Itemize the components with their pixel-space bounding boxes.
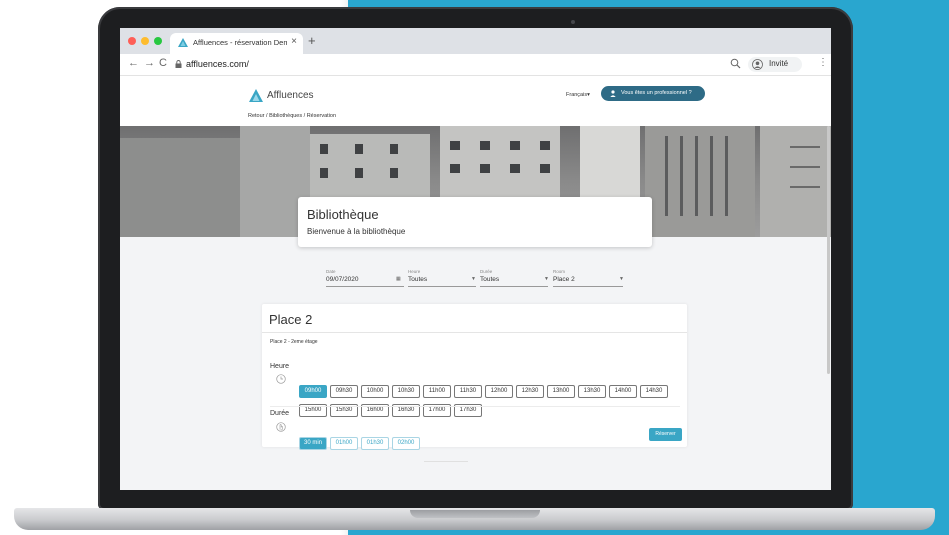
place-subtitle: Place 2 - 2eme étage (270, 339, 318, 345)
logo-text[interactable]: Affluences (267, 90, 314, 101)
date-filter-value: 09/07/2020 (326, 276, 359, 283)
duration-filter-label: Durée (480, 269, 493, 274)
reload-icon[interactable]: C (159, 57, 167, 69)
duration-slot-button[interactable]: 01h00 (330, 437, 358, 450)
reserve-button[interactable]: Réserver (649, 428, 682, 441)
library-title: Bibliothèque (307, 207, 379, 222)
duration-filter-value: Toutes (480, 276, 500, 283)
hour-slot-button[interactable]: 13h30 (578, 385, 606, 398)
chevron-down-icon: ▼ (544, 276, 549, 282)
duration-slot-button[interactable]: 01h30 (361, 437, 389, 450)
chevron-down-icon: ▼ (619, 276, 624, 282)
lock-icon (175, 60, 182, 68)
user-avatar-icon (752, 59, 763, 70)
hour-slot-button[interactable]: 10h00 (361, 385, 389, 398)
hour-slot-button[interactable]: 10h30 (392, 385, 420, 398)
affluences-favicon-icon (178, 38, 188, 47)
affluences-logo-icon[interactable] (248, 88, 264, 104)
site-header: Affluences Retour / Bibliothèques / Rése… (120, 76, 831, 126)
hour-slot-button[interactable]: 13h00 (547, 385, 575, 398)
calendar-icon: ▦ (396, 276, 401, 282)
hour-filter-label: Heure (408, 269, 421, 274)
hand-pointer-icon (276, 422, 286, 432)
back-arrow-icon[interactable]: ← (128, 57, 139, 69)
language-selector[interactable]: Français▾ (566, 92, 590, 98)
new-tab-button[interactable]: + (308, 33, 316, 48)
user-icon (610, 90, 616, 97)
hour-slot-button[interactable]: 11h30 (454, 385, 482, 398)
duration-slot-button[interactable]: 02h00 (392, 437, 420, 450)
professional-button-label: Vous êtes un professionnel ? (621, 90, 692, 96)
close-window-icon[interactable] (128, 37, 136, 45)
profile-label: Invité (769, 59, 789, 68)
room-filter-label: Room (553, 269, 566, 274)
hour-label: Heure (270, 363, 290, 370)
page: Affluences - réservation Demo × + ← → C … (0, 0, 949, 535)
professional-button[interactable]: Vous êtes un professionnel ? (601, 86, 705, 101)
hour-slot-button[interactable]: 14h00 (609, 385, 637, 398)
tab-title: Affluences - réservation Demo (193, 38, 287, 47)
hour-slot-button[interactable]: 11h00 (423, 385, 451, 398)
camera-icon (571, 20, 575, 24)
hour-slot-button[interactable]: 12h00 (485, 385, 513, 398)
minimize-window-icon[interactable] (141, 37, 149, 45)
browser-menu-icon[interactable]: ⋮ (818, 57, 828, 68)
hour-filter-value: Toutes (408, 276, 428, 283)
clock-icon (276, 374, 286, 384)
laptop-notch (410, 510, 540, 518)
profile-button[interactable]: Invité (748, 57, 802, 72)
date-filter-label: Date (326, 269, 336, 274)
room-filter-value: Place 2 (553, 276, 575, 283)
close-tab-icon[interactable]: × (291, 36, 297, 47)
forward-arrow-icon[interactable]: → (144, 57, 155, 69)
scrollbar[interactable] (827, 126, 830, 374)
browser-tab-bar: Affluences - réservation Demo × + (120, 28, 831, 54)
library-subtitle: Bienvenue à la bibliothèque (307, 227, 406, 236)
address-bar: ← → C affluences.com/ Invité ⋮ (120, 54, 831, 76)
place-title: Place 2 (269, 312, 313, 327)
chevron-down-icon: ▼ (471, 276, 476, 282)
zoom-icon[interactable] (730, 58, 741, 69)
maximize-window-icon[interactable] (154, 37, 162, 45)
laptop-screen: Affluences - réservation Demo × + ← → C … (120, 28, 831, 490)
booking-panel: Place 2 Place 2 - 2eme étage Heure 09h00… (262, 304, 687, 450)
hour-slot-button[interactable]: 09h30 (330, 385, 358, 398)
duration-label: Durée (270, 410, 290, 417)
browser-tab[interactable]: Affluences - réservation Demo × (170, 33, 303, 54)
hour-slot-button[interactable]: 12h30 (516, 385, 544, 398)
breadcrumb[interactable]: Retour / Bibliothèques / Réservation (248, 113, 336, 119)
url-input[interactable]: affluences.com/ (186, 59, 249, 69)
library-card: Bibliothèque Bienvenue à la bibliothèque (298, 197, 652, 247)
hour-slot-button[interactable]: 09h00 (299, 385, 327, 398)
hour-slot-button[interactable]: 14h30 (640, 385, 668, 398)
duration-slot-button[interactable]: 30 min (299, 437, 327, 450)
